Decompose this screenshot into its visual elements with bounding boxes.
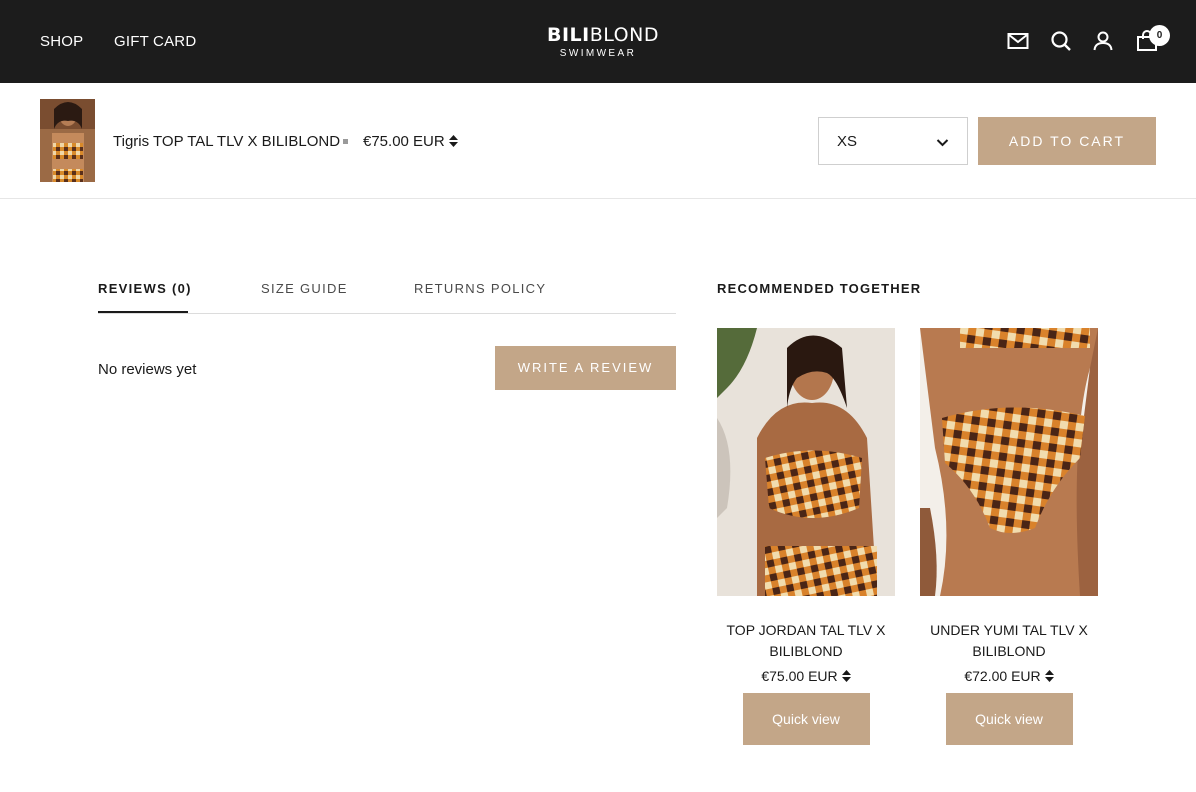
currency-switch-icon[interactable] [1044,670,1054,683]
no-reviews-text: No reviews yet [98,361,197,378]
price-value: €72.00 EUR [964,668,1041,684]
logo-text-bold: BILI [547,24,590,46]
quick-view-button[interactable]: Quick view [742,693,870,745]
account-icon[interactable] [1092,30,1114,52]
tab-reviews[interactable]: REVIEWS (0) [98,281,192,296]
recommended-product-price: €75.00 EUR [717,668,895,684]
sticky-product-bar: Tigris TOP TAL TLV X BILIBLOND €75.00 EU… [0,83,1196,199]
sticky-product-title: Tigris TOP TAL TLV X BILIBLOND [113,133,341,150]
product-image[interactable] [920,328,1098,596]
separator-dot [343,139,348,144]
logo-text-light: BLOND [589,24,659,46]
recommended-product-card: UNDER YUMI TAL TLV X BILIBLOND €72.00 EU… [920,328,1098,745]
recommended-product-card: TOP JORDAN TAL TLV X BILIBLOND €75.00 EU… [717,328,895,745]
currency-switch-icon[interactable] [841,670,851,683]
price-value: €75.00 EUR [363,133,445,150]
price-value: €75.00 EUR [761,668,838,684]
product-image[interactable] [717,328,895,596]
tab-returns-policy[interactable]: RETURNS POLICY [414,281,546,296]
logo-subtitle: SWIMWEAR [559,48,637,59]
site-header: SHOP GIFT CARD BILIBLOND SWIMWEAR 0 [0,0,1196,83]
recommended-product-title[interactable]: UNDER YUMI TAL TLV X BILIBLOND [920,620,1098,662]
write-review-button[interactable]: WRITE A REVIEW [495,346,676,390]
cart-count-badge: 0 [1149,25,1170,46]
recommended-product-price: €72.00 EUR [920,668,1098,684]
nav-shop[interactable]: SHOP [40,33,83,50]
chevron-down-icon [936,139,949,147]
product-thumbnail [40,99,95,182]
size-select-value: XS [837,133,858,150]
sticky-product-price[interactable]: €75.00 EUR [363,133,458,150]
size-select[interactable]: XS [818,117,968,165]
nav-gift-card[interactable]: GIFT CARD [114,33,196,50]
recommended-heading: RECOMMENDED TOGETHER [717,281,922,296]
active-tab-indicator [98,311,188,313]
mail-icon[interactable] [1007,30,1029,52]
search-icon[interactable] [1050,30,1072,52]
recommended-product-title[interactable]: TOP JORDAN TAL TLV X BILIBLOND [717,620,895,662]
product-info-tabs: REVIEWS (0) SIZE GUIDE RETURNS POLICY [98,279,676,314]
tab-size-guide[interactable]: SIZE GUIDE [261,281,348,296]
brand-logo[interactable]: BILIBLOND SWIMWEAR [547,24,658,60]
currency-switch-icon[interactable] [448,135,458,148]
add-to-cart-button[interactable]: ADD TO CART [978,117,1156,165]
quick-view-button[interactable]: Quick view [945,693,1073,745]
